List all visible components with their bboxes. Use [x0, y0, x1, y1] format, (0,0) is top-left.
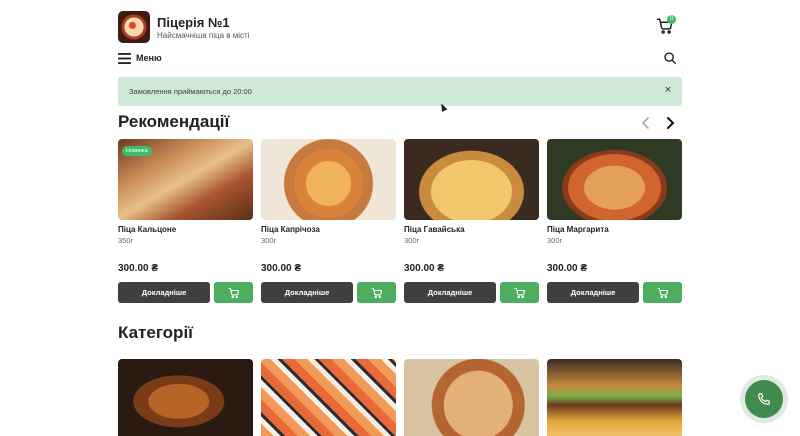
- chevron-right-icon: [667, 117, 675, 129]
- category-card-pizza[interactable]: [404, 359, 539, 436]
- product-name[interactable]: Піца Гавайська: [404, 225, 465, 234]
- add-to-cart-icon: [227, 287, 239, 298]
- product-weight: 300г: [404, 236, 420, 245]
- menu-label: Меню: [136, 53, 162, 63]
- product-image-calzone[interactable]: Новинка: [118, 139, 253, 220]
- product-card: Піца Капрічоза 300г 300.00 ₴ Докладніше: [261, 139, 396, 305]
- site-header: Піцерія №1 Найсмачніша піца в місті 0: [118, 11, 682, 43]
- product-name[interactable]: Піца Маргарита: [547, 225, 609, 234]
- product-image-capricciosa[interactable]: [261, 139, 396, 220]
- product-card: Піца Маргарита 300г 300.00 ₴ Докладніше: [547, 139, 682, 305]
- notice-text: Замовлення приймаються до 20:00: [129, 87, 252, 96]
- menu-icon: [118, 52, 131, 64]
- working-hours-notice: Замовлення приймаються до 20:00 ×: [118, 77, 682, 106]
- add-to-cart-button[interactable]: [643, 282, 682, 303]
- product-image-hawaiian[interactable]: [404, 139, 539, 220]
- product-price: 300.00 ₴: [547, 263, 588, 274]
- menu-button[interactable]: Меню: [118, 49, 162, 67]
- product-name[interactable]: Піца Капрічоза: [261, 225, 320, 234]
- add-to-cart-button[interactable]: [357, 282, 396, 303]
- add-to-cart-icon: [513, 287, 525, 298]
- category-card-meat[interactable]: [118, 359, 253, 436]
- new-badge: Новинка: [122, 146, 152, 156]
- close-icon[interactable]: ×: [662, 83, 674, 97]
- product-image-margherita[interactable]: [547, 139, 682, 220]
- details-button[interactable]: Докладніше: [404, 282, 496, 303]
- carousel-next-button[interactable]: [662, 115, 678, 131]
- product-price: 300.00 ₴: [404, 263, 445, 274]
- product-weight: 300г: [547, 236, 563, 245]
- search-icon: [664, 52, 676, 64]
- product-card: Піца Гавайська 300г 300.00 ₴ Докладніше: [404, 139, 539, 305]
- product-weight: 350г: [118, 236, 134, 245]
- add-to-cart-icon: [370, 287, 382, 298]
- product-price: 300.00 ₴: [261, 263, 302, 274]
- cart-count-badge: 0: [667, 15, 676, 24]
- header-cart-button[interactable]: 0: [656, 15, 676, 35]
- add-to-cart-button[interactable]: [214, 282, 253, 303]
- chevron-left-icon: [641, 117, 649, 129]
- details-button[interactable]: Докладніше: [118, 282, 210, 303]
- add-to-cart-icon: [656, 287, 668, 298]
- site-title[interactable]: Піцерія №1: [157, 15, 230, 30]
- category-card-burgers[interactable]: [547, 359, 682, 436]
- product-weight: 300г: [261, 236, 277, 245]
- details-button[interactable]: Докладніше: [547, 282, 639, 303]
- pizzeria-logo[interactable]: [118, 11, 150, 43]
- call-button[interactable]: [745, 380, 783, 418]
- product-price: 300.00 ₴: [118, 263, 159, 274]
- site-subtitle: Найсмачніша піца в місті: [157, 31, 250, 40]
- add-to-cart-button[interactable]: [500, 282, 539, 303]
- carousel-prev-button[interactable]: [638, 115, 654, 131]
- phone-icon: [758, 393, 770, 405]
- product-card: Новинка Піца Кальцоне 350г 300.00 ₴ Докл…: [118, 139, 253, 305]
- recommendations-title: Рекомендації: [118, 112, 230, 131]
- categories-title: Категорії: [118, 323, 193, 342]
- category-card-sushi[interactable]: [261, 359, 396, 436]
- search-button[interactable]: [663, 51, 679, 67]
- details-button[interactable]: Докладніше: [261, 282, 353, 303]
- product-name[interactable]: Піца Кальцоне: [118, 225, 176, 234]
